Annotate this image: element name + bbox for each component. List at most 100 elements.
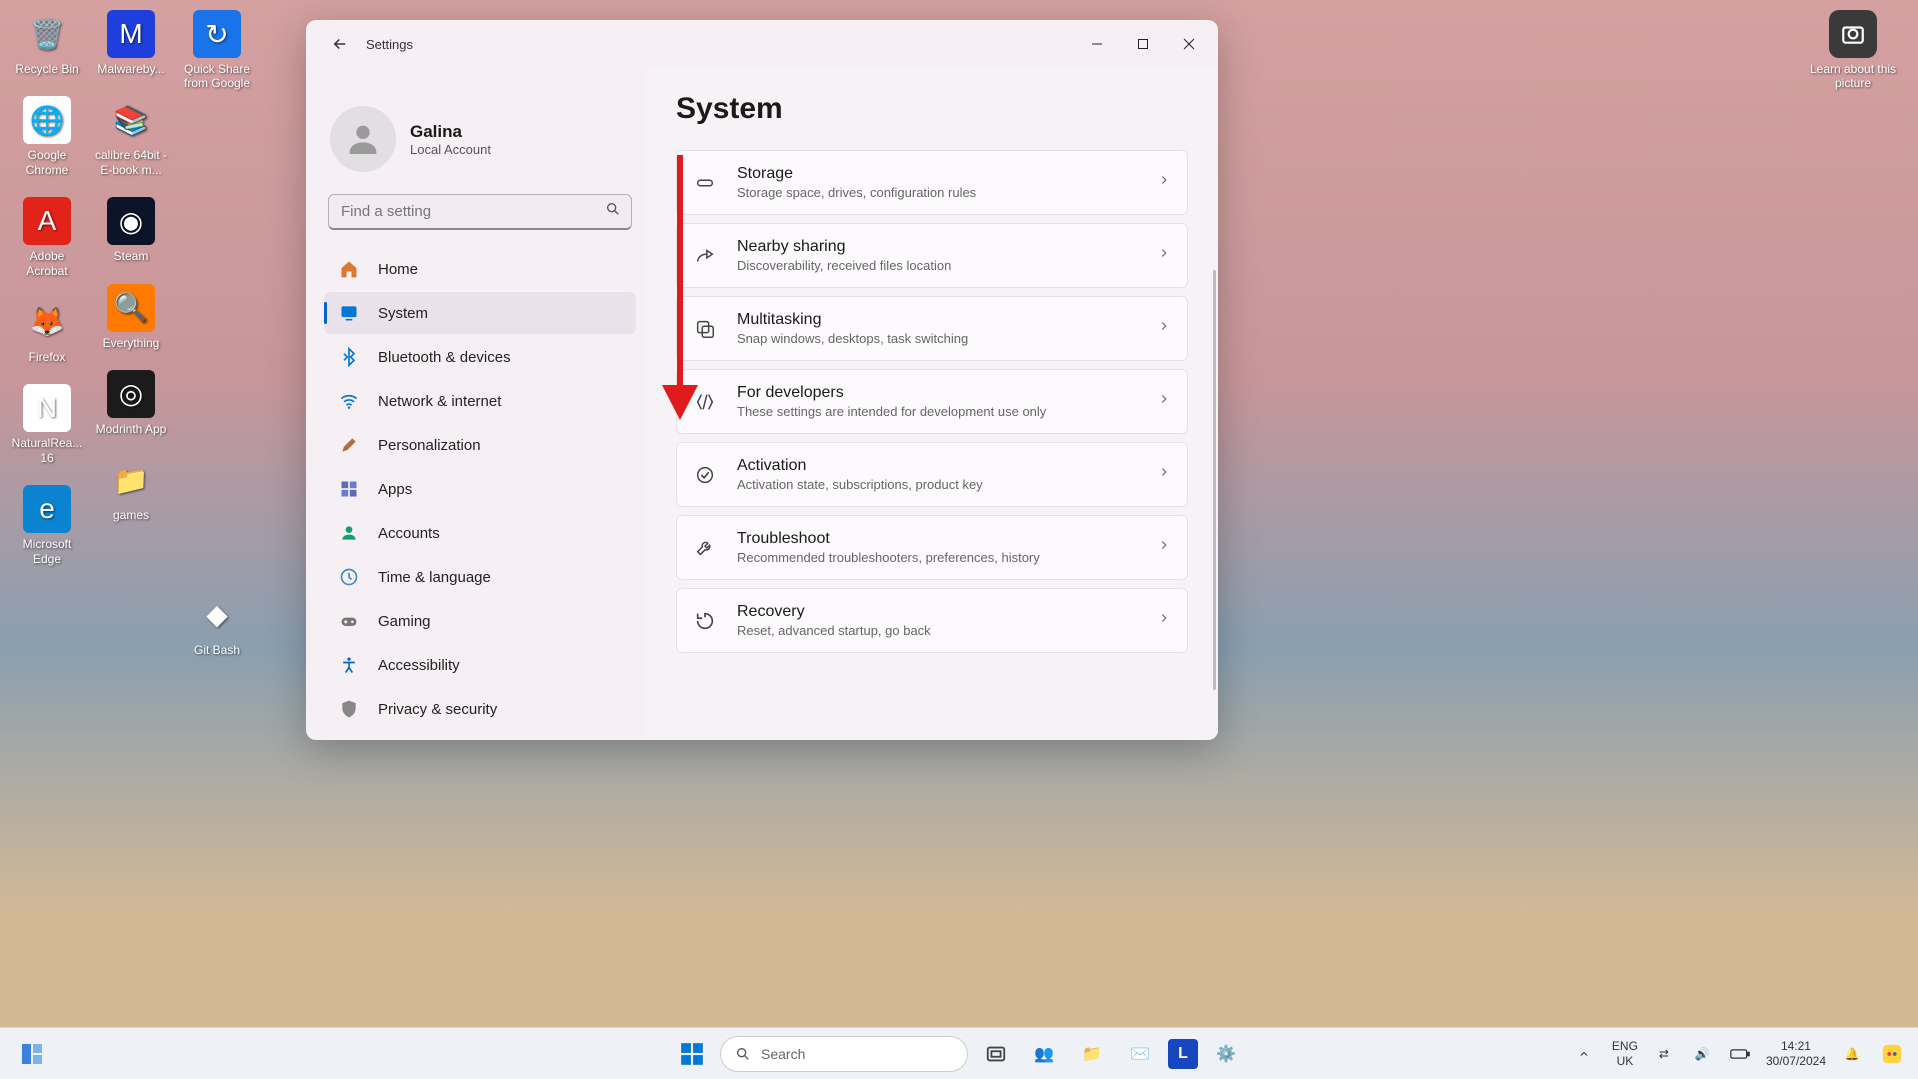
battery-icon[interactable]	[1728, 1034, 1752, 1074]
desktop-icon[interactable]: 🦊Firefox	[8, 298, 86, 364]
mail-icon[interactable]: ✉️	[1120, 1034, 1160, 1074]
apps-icon	[338, 478, 360, 500]
settings-card-nearby-sharing[interactable]: Nearby sharingDiscoverability, received …	[676, 223, 1188, 288]
sidebar-item-privacy-security[interactable]: Privacy & security	[324, 688, 636, 730]
sidebar-item-accessibility[interactable]: Accessibility	[324, 644, 636, 686]
search-icon	[735, 1046, 751, 1062]
back-button[interactable]	[324, 28, 356, 60]
card-subtitle: Snap windows, desktops, task switching	[737, 331, 1137, 346]
desktop-icon-label: Git Bash	[178, 643, 256, 657]
volume-icon[interactable]: 🔊	[1690, 1034, 1714, 1074]
troubleshoot-icon	[693, 536, 717, 560]
desktop-icon[interactable]: ↻Quick Share from Google	[178, 10, 256, 91]
taskbar: Search 👥 📁 ✉️ L ⚙️ ENG UK ⇄ 🔊 14:21 30/0…	[0, 1027, 1918, 1079]
desktop-icon-label: Steam	[92, 249, 170, 263]
settings-card-troubleshoot[interactable]: Troubleshoot Recommended troubleshooters,…	[676, 515, 1188, 580]
chevron-right-icon	[1157, 319, 1171, 338]
app-icon: N	[23, 384, 71, 432]
settings-card-activation[interactable]: Activation Activation state, subscription…	[676, 442, 1188, 507]
chevron-right-icon	[1157, 173, 1171, 192]
start-button[interactable]	[672, 1034, 712, 1074]
desktop-icon[interactable]: NNaturalRea... 16	[8, 384, 86, 465]
settings-card-for-developers[interactable]: For developersThese settings are intende…	[676, 369, 1188, 434]
card-title: Storage	[737, 165, 1137, 183]
app-icon: e	[23, 485, 71, 533]
home-icon	[338, 258, 360, 280]
network-icon[interactable]: ⇄	[1652, 1034, 1676, 1074]
copilot-icon[interactable]	[1878, 1034, 1906, 1074]
desktop-icon[interactable]: 🗑️Recycle Bin	[8, 10, 86, 76]
sidebar-item-label: Accessibility	[378, 657, 460, 674]
explorer-icon[interactable]: 📁	[1072, 1034, 1112, 1074]
sidebar-item-label: Apps	[378, 481, 412, 498]
app-icon: ◎	[107, 370, 155, 418]
time-icon	[338, 566, 360, 588]
desktop-icon-label: games	[92, 508, 170, 522]
sidebar-item-gaming[interactable]: Gaming	[324, 600, 636, 642]
activation-icon	[693, 463, 717, 487]
profile-name: Galina	[410, 122, 491, 142]
spotlight-label: Learn about this picture	[1808, 62, 1898, 90]
sidebar-item-network-internet[interactable]: Network & internet	[324, 380, 636, 422]
sidebar-item-label: Network & internet	[378, 393, 501, 410]
desktop-icon[interactable]: ◎ Modrinth App	[92, 370, 170, 436]
card-subtitle: Recommended troubleshooters, preferences…	[737, 550, 1137, 565]
desktop-icon[interactable]: e Microsoft Edge	[8, 485, 86, 566]
settings-card-recovery[interactable]: RecoveryReset, advanced startup, go back	[676, 588, 1188, 653]
recovery-icon	[693, 609, 717, 633]
settings-card-multitasking[interactable]: Multitasking Snap windows, desktops, task…	[676, 296, 1188, 361]
desktop-icon[interactable]: 🌐Google Chrome	[8, 96, 86, 177]
accounts-icon	[338, 522, 360, 544]
maximize-button[interactable]	[1120, 26, 1166, 62]
teams-icon[interactable]: 👥	[1024, 1034, 1064, 1074]
sidebar-item-home[interactable]: Home	[324, 248, 636, 290]
desktop-icon[interactable]: ◆Git Bash	[178, 591, 256, 657]
sidebar-item-time-language[interactable]: Time & language	[324, 556, 636, 598]
dev-icon	[693, 390, 717, 414]
gaming-icon	[338, 610, 360, 632]
clock[interactable]: 14:21 30/07/2024	[1766, 1039, 1826, 1068]
desktop-icon[interactable]: AAdobe Acrobat	[8, 197, 86, 278]
card-subtitle: Activation state, subscriptions, product…	[737, 477, 1137, 492]
sidebar-item-apps[interactable]: Apps	[324, 468, 636, 510]
desktop-icon[interactable]: 📁games	[92, 456, 170, 522]
card-subtitle: Storage space, drives, configuration rul…	[737, 185, 1137, 200]
search-input[interactable]	[341, 203, 605, 220]
sidebar-item-bluetooth-devices[interactable]: Bluetooth & devices	[324, 336, 636, 378]
notifications-icon[interactable]: 🔔	[1840, 1034, 1864, 1074]
language-indicator[interactable]: ENG UK	[1612, 1039, 1638, 1068]
search-box[interactable]	[328, 194, 632, 230]
sidebar-item-label: Time & language	[378, 569, 491, 586]
desktop-icon[interactable]: MMalwareby...	[92, 10, 170, 76]
card-subtitle: These settings are intended for developm…	[737, 404, 1137, 419]
profile-block[interactable]: Galina Local Account	[324, 76, 636, 194]
avatar-icon	[330, 106, 396, 172]
card-title: Activation	[737, 457, 1137, 475]
tray-chevron-icon[interactable]	[1570, 1034, 1598, 1074]
desktop-icon[interactable]: 📚calibre 64bit - E-book m...	[92, 96, 170, 177]
task-view-button[interactable]	[976, 1034, 1016, 1074]
app-icon: ↻	[193, 10, 241, 58]
sidebar-item-personalization[interactable]: Personalization	[324, 424, 636, 466]
desktop-icon-label: Modrinth App	[92, 422, 170, 436]
taskbar-search[interactable]: Search	[720, 1036, 968, 1072]
desktop-icon[interactable]: 🔍Everything	[92, 284, 170, 350]
settings-card-storage[interactable]: Storage Storage space, drives, configurat…	[676, 150, 1188, 215]
spotlight-info[interactable]: Learn about this picture	[1808, 10, 1898, 90]
desktop-icon-label: Microsoft Edge	[8, 537, 86, 566]
settings-taskbar-icon[interactable]: ⚙️	[1206, 1034, 1246, 1074]
app-l-icon[interactable]: L	[1168, 1039, 1198, 1069]
desktop-icon-label: Recycle Bin	[8, 62, 86, 76]
sidebar-item-label: Privacy & security	[378, 701, 497, 718]
chevron-right-icon	[1157, 611, 1171, 630]
card-title: Troubleshoot	[737, 530, 1137, 548]
sidebar-item-label: Home	[378, 261, 418, 278]
chevron-right-icon	[1157, 538, 1171, 557]
desktop-icon[interactable]: ◉Steam	[92, 197, 170, 263]
card-title: Multitasking	[737, 311, 1137, 329]
close-button[interactable]	[1166, 26, 1212, 62]
widgets-button[interactable]	[12, 1034, 52, 1074]
sidebar-item-accounts[interactable]: Accounts	[324, 512, 636, 554]
minimize-button[interactable]	[1074, 26, 1120, 62]
sidebar-item-system[interactable]: System	[324, 292, 636, 334]
